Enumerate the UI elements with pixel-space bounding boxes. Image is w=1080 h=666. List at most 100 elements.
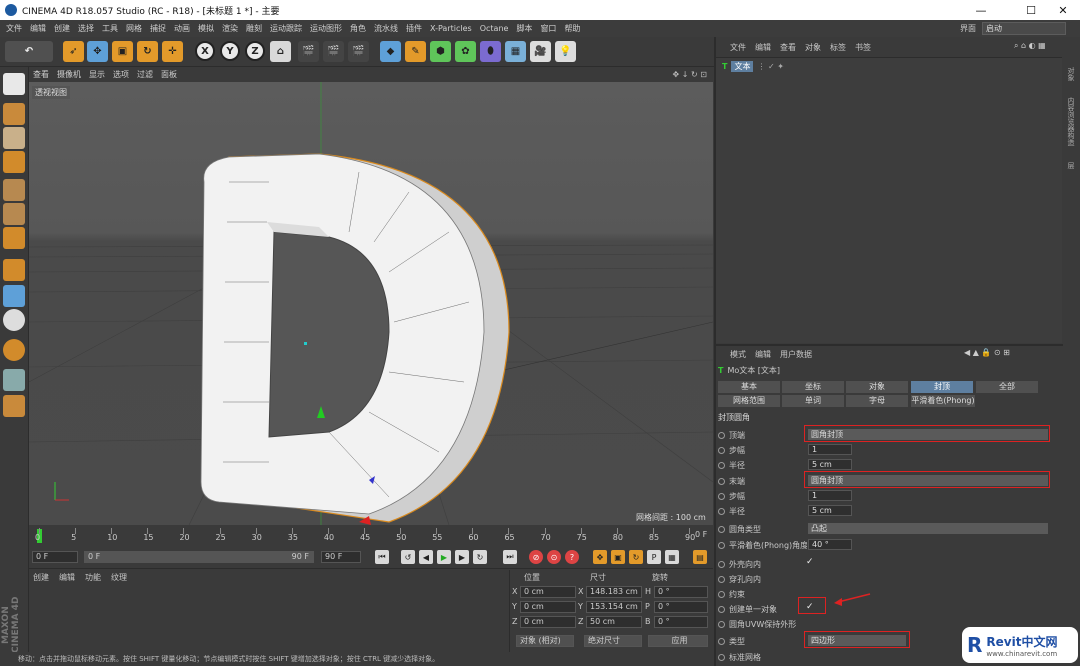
- attr-checkbox[interactable]: [806, 617, 816, 629]
- next-key-icon[interactable]: ↻: [473, 550, 487, 564]
- light-icon[interactable]: 💡: [555, 41, 576, 62]
- go-to-end-icon[interactable]: ⏭: [503, 550, 517, 564]
- menu-create[interactable]: 创建: [54, 23, 70, 34]
- viewport-menu-cameras[interactable]: 摄像机: [57, 69, 81, 80]
- menu-plugins[interactable]: 插件: [406, 23, 422, 34]
- key-param-icon[interactable]: P: [647, 550, 661, 564]
- menu-help[interactable]: 帮助: [564, 23, 580, 34]
- obj-menu-bookmarks[interactable]: 书签: [855, 42, 871, 53]
- attr-checkbox[interactable]: [806, 572, 816, 584]
- menu-xparticles[interactable]: X-Particles: [430, 24, 472, 33]
- material-menu-function[interactable]: 功能: [85, 572, 101, 583]
- viewport-menu-panel[interactable]: 面板: [161, 69, 177, 80]
- points-mode-icon[interactable]: [3, 179, 25, 201]
- timeline-ruler[interactable]: 0 5 10 15 20 25 30 35 40 45 50 55 60 65 70 75 80 85 90 0 F: [29, 526, 713, 546]
- coord-rotation-field[interactable]: 0 °: [654, 601, 708, 613]
- deformer-icon[interactable]: ⬮: [480, 41, 501, 62]
- menu-mesh[interactable]: 网格: [126, 23, 142, 34]
- cloner-icon[interactable]: ✿: [455, 41, 476, 62]
- menu-motion-tracking[interactable]: 运动跟踪: [270, 23, 302, 34]
- workplane-lock-icon[interactable]: [3, 369, 25, 391]
- frame-range-slider[interactable]: 0 F 90 F: [84, 551, 314, 563]
- floor-icon[interactable]: ▦: [505, 41, 526, 62]
- animate-param-icon[interactable]: [718, 492, 725, 500]
- coord-size-field[interactable]: 148.183 cm: [586, 586, 642, 598]
- coord-rotation-field[interactable]: 0 °: [654, 616, 708, 628]
- viewport-menu-options[interactable]: 选项: [113, 69, 129, 80]
- solo-icon[interactable]: [3, 395, 25, 417]
- animate-param-icon[interactable]: [718, 575, 725, 583]
- recent-tool-icon[interactable]: ✛: [162, 41, 183, 62]
- menu-script[interactable]: 脚本: [516, 23, 532, 34]
- end-frame-field[interactable]: 90 F: [321, 551, 361, 563]
- workplane-mode-icon[interactable]: [3, 151, 25, 173]
- rotate-tool-icon[interactable]: ↻: [137, 41, 158, 62]
- menu-octane[interactable]: Octane: [480, 24, 509, 33]
- y-axis-lock-button[interactable]: Y: [220, 41, 240, 61]
- menu-window[interactable]: 窗口: [540, 23, 556, 34]
- attr-value-field[interactable]: 40 °: [808, 539, 852, 550]
- coord-rotation-field[interactable]: 0 °: [654, 586, 708, 598]
- material-menu-create[interactable]: 创建: [33, 572, 49, 583]
- pen-spline-icon[interactable]: ✎: [405, 41, 426, 62]
- make-editable-icon[interactable]: [3, 73, 25, 95]
- attr-checkbox[interactable]: ✓: [806, 557, 816, 569]
- obj-menu-tags[interactable]: 标签: [830, 42, 846, 53]
- menu-tools[interactable]: 工具: [102, 23, 118, 34]
- material-menu-texture[interactable]: 纹理: [111, 572, 127, 583]
- render-settings-icon[interactable]: 🎬: [348, 41, 369, 62]
- next-frame-icon[interactable]: ▶: [455, 550, 469, 564]
- coordinate-system-icon[interactable]: ⌂: [270, 41, 291, 62]
- animate-param-icon[interactable]: [718, 637, 725, 645]
- coord-position-field[interactable]: 0 cm: [520, 601, 576, 613]
- animate-param-icon[interactable]: [718, 461, 725, 469]
- attr-tab-0[interactable]: 基本: [718, 381, 780, 393]
- menu-simulate[interactable]: 模拟: [198, 23, 214, 34]
- perspective-viewport[interactable]: [29, 82, 713, 525]
- material-menu-edit[interactable]: 编辑: [59, 572, 75, 583]
- viewport-menu-filter[interactable]: 过滤: [137, 69, 153, 80]
- menu-mograph[interactable]: 运动图形: [310, 23, 342, 34]
- coords-size-mode-select[interactable]: 绝对尺寸: [584, 635, 642, 647]
- polygons-mode-icon[interactable]: [3, 227, 25, 249]
- undo-icon[interactable]: ↶: [5, 41, 53, 62]
- render-view-icon[interactable]: 🎬: [298, 41, 319, 62]
- attr-tab-row2-3[interactable]: 平滑着色(Phong): [911, 395, 975, 407]
- viewport-menu-display[interactable]: 显示: [89, 69, 105, 80]
- attr-tab-row2-0[interactable]: 网格范围: [718, 395, 780, 407]
- render-picture-viewer-icon[interactable]: 🎬: [323, 41, 344, 62]
- coord-size-field[interactable]: 50 cm: [586, 616, 642, 628]
- attr-value-field[interactable]: 5 cm: [808, 505, 852, 516]
- layout-select[interactable]: 启动: [982, 22, 1066, 35]
- menu-select[interactable]: 选择: [78, 23, 94, 34]
- scale-tool-icon[interactable]: ▣: [112, 41, 133, 62]
- animate-param-icon[interactable]: [718, 560, 725, 568]
- attr-tab-1[interactable]: 坐标: [782, 381, 844, 393]
- animate-param-icon[interactable]: [718, 620, 725, 628]
- attr-tab-4[interactable]: 全部: [976, 381, 1038, 393]
- animate-param-icon[interactable]: [718, 446, 725, 454]
- axis-mode-icon[interactable]: [3, 259, 25, 281]
- attr-value-field[interactable]: 5 cm: [808, 459, 852, 470]
- key-rotation-icon[interactable]: ↻: [629, 550, 643, 564]
- minimize-button[interactable]: —: [964, 0, 998, 20]
- animate-param-icon[interactable]: [718, 525, 725, 533]
- menu-snap[interactable]: 捕捉: [150, 23, 166, 34]
- obj-search-icon[interactable]: ⌕ ⌂ ◐ ▦: [1014, 41, 1046, 51]
- texture-mode-icon[interactable]: [3, 127, 25, 149]
- prev-key-icon[interactable]: ↺: [401, 550, 415, 564]
- side-tab-content-browser[interactable]: 内容浏览器: [1066, 97, 1076, 132]
- menu-animate[interactable]: 动画: [174, 23, 190, 34]
- timeline-window-icon[interactable]: ▤: [693, 550, 707, 564]
- object-visibility-icon[interactable]: ⋮ ✓ ✦: [757, 62, 784, 71]
- object-row-text[interactable]: T 文本 ⋮ ✓ ✦: [722, 61, 784, 72]
- attr-checkbox[interactable]: [806, 650, 816, 662]
- play-icon[interactable]: ▶: [437, 550, 451, 564]
- obj-menu-edit[interactable]: 编辑: [755, 42, 771, 53]
- move-tool-icon[interactable]: ✥: [87, 41, 108, 62]
- prev-frame-icon[interactable]: ◀: [419, 550, 433, 564]
- z-axis-lock-button[interactable]: Z: [245, 41, 265, 61]
- subdivision-icon[interactable]: ⬢: [430, 41, 451, 62]
- animate-param-icon[interactable]: [718, 653, 725, 661]
- attr-dropdown[interactable]: 凸起: [808, 523, 1048, 534]
